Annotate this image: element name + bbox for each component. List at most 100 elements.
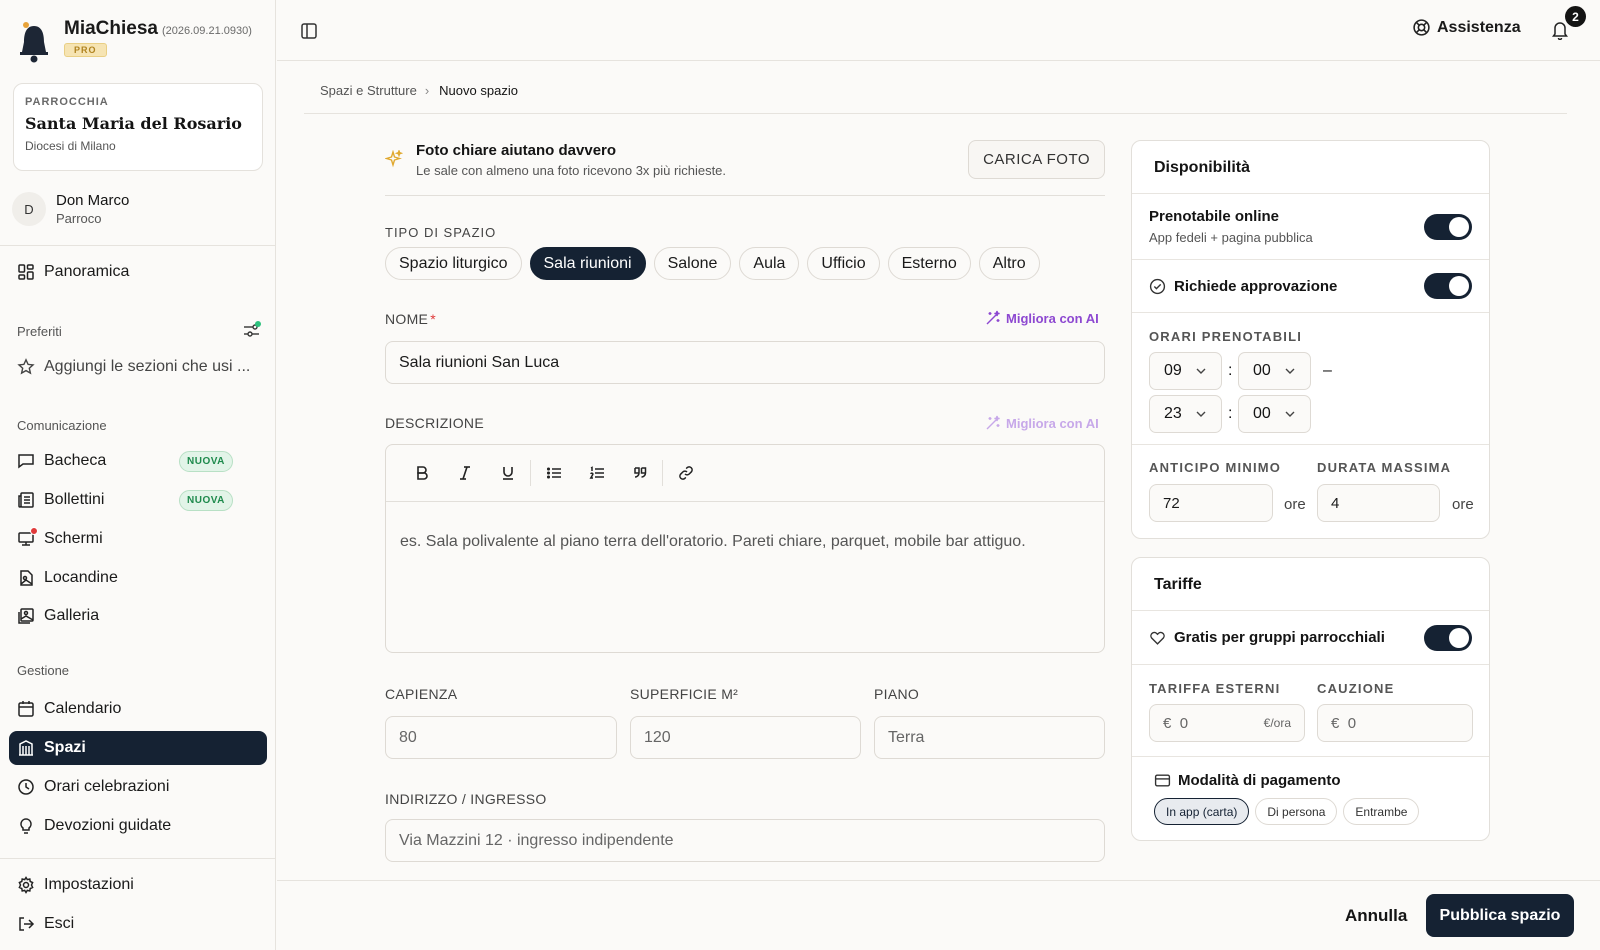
min-advance-unit: ore <box>1284 496 1306 513</box>
cancel-button[interactable]: Annulla <box>1345 906 1407 926</box>
link-icon <box>678 466 693 480</box>
parish-card[interactable]: PARROCCHIA Santa Maria del Rosario Dioce… <box>13 83 263 171</box>
ai-improve-label: Migliora con AI <box>1006 415 1099 431</box>
from-hour-select[interactable]: 09 <box>1149 352 1222 390</box>
area-input[interactable]: 120 <box>630 716 861 759</box>
type-chip-altro[interactable]: Altro <box>978 247 1040 280</box>
type-chip-liturgico[interactable]: Spazio liturgico <box>385 247 522 280</box>
customize-favorites-icon[interactable] <box>243 321 261 339</box>
free-groups-toggle[interactable] <box>1424 625 1472 651</box>
to-minute-value: 00 <box>1253 405 1271 422</box>
ai-improve-name-button[interactable]: Migliora con AI <box>985 310 1099 326</box>
brand[interactable]: MiaChiesa (2026.09.21.0930) PRO <box>16 18 252 64</box>
user-profile[interactable]: D Don Marco Parroco <box>12 192 129 226</box>
external-rate-placeholder: 0 <box>1179 714 1189 732</box>
from-hour-value: 09 <box>1164 362 1182 379</box>
upload-photo-button[interactable]: CARICA FOTO <box>968 140 1105 179</box>
nav-bacheca[interactable]: Bacheca NUOVA <box>9 444 267 478</box>
type-chip-ufficio[interactable]: Ufficio <box>807 247 880 280</box>
nav-overview[interactable]: Panoramica <box>9 255 267 289</box>
approval-toggle[interactable] <box>1424 273 1472 299</box>
type-chip-sala-riunioni[interactable]: Sala riunioni <box>529 247 646 280</box>
payment-option-both[interactable]: Entrambe <box>1343 798 1420 825</box>
italic-button[interactable] <box>443 458 486 488</box>
nav-impostazioni-label: Impostazioni <box>44 876 134 893</box>
bullet-list-button[interactable] <box>532 458 575 488</box>
address-input[interactable]: Via Mazzini 12 · ingresso indipendente <box>385 819 1105 862</box>
nav-esci[interactable]: Esci <box>9 907 267 941</box>
limits-row: ANTICIPO MINIMO 72 ore DURATA MASSIMA 4 … <box>1132 445 1489 537</box>
editor-toolbar <box>386 445 1104 502</box>
link-button[interactable] <box>664 458 707 488</box>
type-chip-esterno[interactable]: Esterno <box>887 247 971 280</box>
approval-row: Richiede approvazione <box>1132 260 1489 313</box>
breadcrumb: Spazi e Strutture › Nuovo spazio <box>320 83 518 98</box>
online-booking-toggle[interactable] <box>1424 214 1472 240</box>
to-minute-select[interactable]: 00 <box>1238 395 1311 433</box>
numbered-list-button[interactable] <box>575 458 618 488</box>
magic-wand-icon <box>986 310 1000 325</box>
help-label: Assistenza <box>1437 18 1521 36</box>
max-duration-label: DURATA MASSIMA <box>1317 460 1452 475</box>
nav-galleria-label: Galleria <box>44 607 100 624</box>
availability-card: Disponibilità Prenotabile online App fed… <box>1131 140 1490 539</box>
publish-button[interactable]: Pubblica spazio <box>1426 894 1574 937</box>
tip-title: Foto chiare aiutano davvero <box>416 142 617 159</box>
from-minute-select[interactable]: 00 <box>1238 352 1311 390</box>
alert-dot <box>30 527 38 535</box>
plan-badge: PRO <box>64 43 107 57</box>
favorites-add-label: Aggiungi le sezioni che usi ... <box>44 358 251 375</box>
nav-spazi[interactable]: Spazi <box>9 731 267 765</box>
nav-locandine[interactable]: Locandine <box>9 561 267 595</box>
payment-label: Modalità di pagamento <box>1178 772 1341 789</box>
chevron-down-icon <box>1196 411 1206 417</box>
description-editor[interactable]: es. Sala polivalente al piano terra dell… <box>385 444 1105 653</box>
bold-button[interactable] <box>400 458 443 488</box>
name-input[interactable]: Sala riunioni San Luca <box>385 341 1105 384</box>
payment-option-app[interactable]: In app (carta) <box>1154 798 1250 825</box>
help-button[interactable]: Assistenza <box>1412 18 1521 37</box>
capacity-input[interactable]: 80 <box>385 716 617 759</box>
notifications-button[interactable]: 2 <box>1551 6 1586 40</box>
to-hour-select[interactable]: 23 <box>1149 395 1222 433</box>
nav-spazi-label: Spazi <box>44 739 86 756</box>
type-chip-aula[interactable]: Aula <box>739 247 800 280</box>
ai-improve-description-button[interactable]: Migliora con AI <box>985 415 1099 431</box>
payment-options: In app (carta) Di persona Entrambe <box>1154 798 1425 825</box>
breadcrumb-parent[interactable]: Spazi e Strutture <box>320 83 417 98</box>
currency-symbol: € <box>1163 714 1172 732</box>
deposit-input[interactable]: € 0 <box>1317 704 1473 742</box>
quote-button[interactable] <box>618 458 661 488</box>
to-hour-value: 23 <box>1164 405 1182 422</box>
lightbulb-icon <box>20 818 32 834</box>
new-badge: NUOVA <box>179 450 233 472</box>
pricing-row: TARIFFA ESTERNI € 0 €/ora CAUZIONE € 0 <box>1132 665 1489 757</box>
min-advance-input[interactable]: 72 <box>1149 484 1273 522</box>
sidebar-divider <box>0 245 276 246</box>
time-range-dash: – <box>1323 362 1332 379</box>
external-rate-input[interactable]: € 0 €/ora <box>1149 704 1305 742</box>
type-chip-salone[interactable]: Salone <box>653 247 732 280</box>
quote-icon <box>633 467 646 478</box>
payment-option-person[interactable]: Di persona <box>1255 798 1338 825</box>
breadcrumb-current: Nuovo spazio <box>439 83 518 98</box>
nav-devozioni[interactable]: Devozioni guidate <box>9 809 267 843</box>
max-duration-input[interactable]: 4 <box>1317 484 1440 522</box>
nav-bollettini[interactable]: Bollettini NUOVA <box>9 483 267 517</box>
payment-row: Modalità di pagamento In app (carta) Di … <box>1132 757 1489 841</box>
favorites-add[interactable]: Aggiungi le sezioni che usi ... <box>9 350 267 384</box>
nav-orari[interactable]: Orari celebrazioni <box>9 770 267 804</box>
online-booking-subtitle: App fedeli + pagina pubblica <box>1149 230 1313 245</box>
type-selector: Spazio liturgico Sala riunioni Salone Au… <box>385 247 1048 280</box>
nav-galleria[interactable]: Galleria <box>9 599 267 633</box>
nav-impostazioni[interactable]: Impostazioni <box>9 868 267 902</box>
external-rate-label: TARIFFA ESTERNI <box>1149 681 1281 696</box>
chevron-right-icon: › <box>424 83 430 98</box>
underline-button[interactable] <box>486 458 529 488</box>
nav-calendario[interactable]: Calendario <box>9 692 267 726</box>
management-title: Gestione <box>17 663 70 678</box>
floor-input[interactable]: Terra <box>874 716 1105 759</box>
nav-schermi[interactable]: Schermi <box>9 522 267 556</box>
nav-esci-label: Esci <box>44 915 75 932</box>
sidebar-toggle-icon[interactable] <box>300 22 318 40</box>
